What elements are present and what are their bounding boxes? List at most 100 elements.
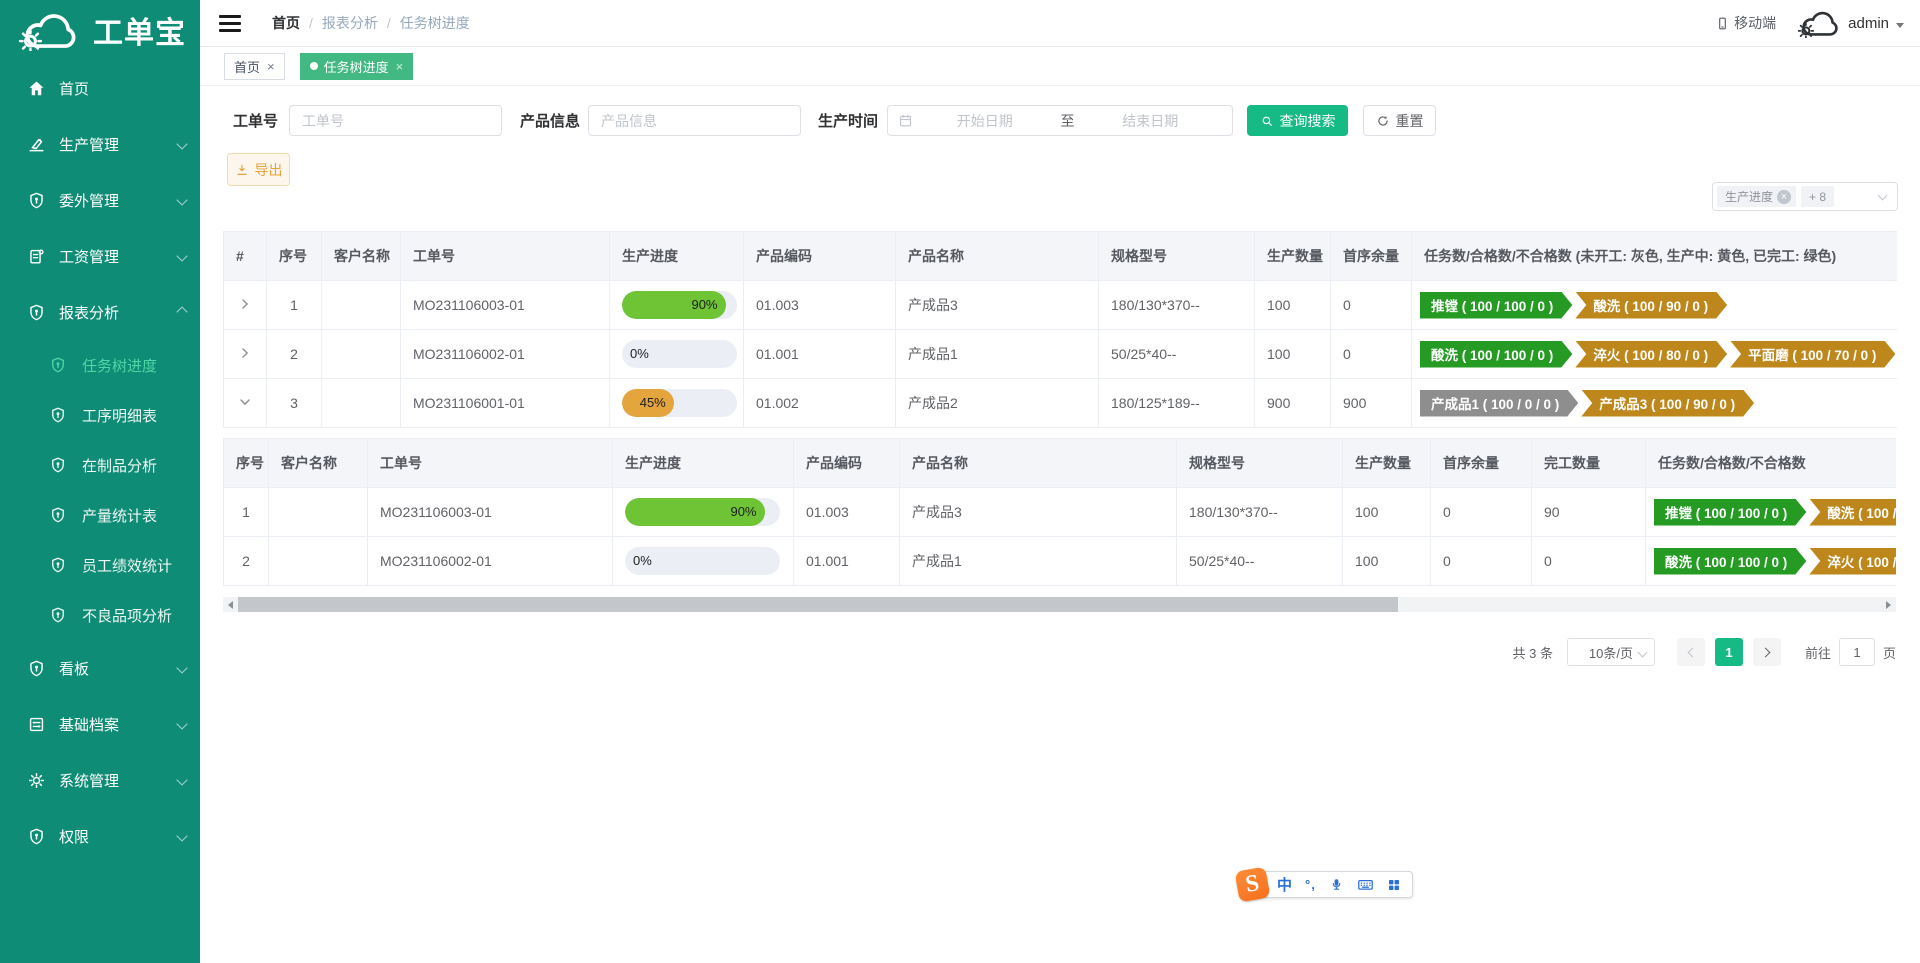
app-logo[interactable]: 工单宝 <box>0 0 200 60</box>
column-tag-more: + 8 <box>1801 186 1834 207</box>
breadcrumb-separator: / <box>309 15 313 31</box>
sidebar-item-home[interactable]: 首页 <box>0 60 200 116</box>
tabs-bar: 首页 × 任务树进度 × <box>200 47 1920 86</box>
chevron-icon <box>176 718 187 729</box>
scrollbar-track[interactable] <box>238 597 1881 612</box>
col-progress: 生产进度 <box>610 232 744 281</box>
sidebar-subitem-工序明细表[interactable]: 工序明细表 <box>0 390 200 440</box>
breadcrumb-item[interactable]: 首页 <box>272 13 300 33</box>
sidebar-subitem-不良品项分析[interactable]: 不良品项分析 <box>0 590 200 640</box>
archive-icon <box>27 715 46 734</box>
progress-bar: 0% <box>622 340 737 368</box>
column-select[interactable]: 生产进度 × + 8 <box>1712 182 1898 211</box>
cell-spec: 180/130*370-- <box>1099 281 1255 330</box>
cell-tasks: 酸洗 ( 100 / 100 / 0 )淬火 ( 100 / 80 / 0 ) <box>1646 537 1897 586</box>
reset-button[interactable]: 重置 <box>1363 105 1436 136</box>
shield-icon <box>27 303 46 322</box>
view-tab-首页[interactable]: 首页 × <box>224 53 285 80</box>
ime-language-toggle[interactable]: 中 <box>1277 874 1292 895</box>
sidebar-item-salary[interactable]: 工资管理 <box>0 228 200 284</box>
sidebar-item-reports[interactable]: 报表分析 <box>0 284 200 340</box>
end-date-placeholder[interactable]: 结束日期 <box>1079 111 1223 131</box>
subtable-row[interactable]: 2 MO231106002-01 0% 01.001 产成品1 50/25*40… <box>224 537 1897 586</box>
sidebar-subitem-产量统计表[interactable]: 产量统计表 <box>0 490 200 540</box>
page-button-1[interactable]: 1 <box>1715 638 1743 666</box>
sogou-logo[interactable]: S <box>1235 867 1271 903</box>
cell-product-code: 01.002 <box>744 379 896 428</box>
page-size-select[interactable]: 10条/页 <box>1567 638 1655 666</box>
task-badge: 酸洗 ( 100 / 90 / 0 ) <box>1575 292 1727 319</box>
product-info-input[interactable] <box>588 105 801 136</box>
refresh-icon <box>1376 114 1390 128</box>
start-date-placeholder[interactable]: 开始日期 <box>913 111 1057 131</box>
content: 工单号 产品信息 生产时间 开始日期 至 结束日期 查询搜索 重置 导出 <box>200 86 1920 963</box>
sidebar-item-archives[interactable]: 基础档案 <box>0 696 200 752</box>
user-menu-caret-icon[interactable] <box>1896 23 1904 28</box>
virtual-keyboard-icon[interactable] <box>1357 876 1374 893</box>
prev-page-button[interactable] <box>1677 638 1705 666</box>
cell-product-code: 01.001 <box>744 330 896 379</box>
topbar: 首页/报表分析/任务树进度 移动端 admin <box>200 0 1920 47</box>
subtable-row[interactable]: 1 MO231106003-01 90% 01.003 产成品3 180/130… <box>224 488 1897 537</box>
ime-punctuation-toggle[interactable]: °, <box>1305 877 1316 892</box>
username[interactable]: admin <box>1848 15 1889 32</box>
expand-row-icon[interactable] <box>239 347 251 359</box>
sidebar-item-permission[interactable]: 权限 <box>0 808 200 864</box>
date-range-picker[interactable]: 开始日期 至 结束日期 <box>887 105 1233 136</box>
tab-close-icon[interactable]: × <box>396 59 404 74</box>
cell-finished-qty: 90 <box>1532 488 1646 537</box>
progress-bar: 0% <box>625 547 780 575</box>
chevron-icon <box>176 774 187 785</box>
chevron-icon <box>176 662 187 673</box>
cell-spec: 50/25*40-- <box>1099 330 1255 379</box>
cell-progress: 90% <box>613 488 794 537</box>
hamburger-menu-icon[interactable] <box>219 15 241 32</box>
subtable-header-row: 序号 客户名称 工单号 生产进度 产品编码 产品名称 规格型号 生产数量 首序余… <box>224 439 1897 488</box>
next-page-button[interactable] <box>1753 638 1781 666</box>
task-badge: 淬火 ( 100 / 80 / 0 ) <box>1575 341 1727 368</box>
order-no-input[interactable] <box>289 105 502 136</box>
sidebar-subitem-在制品分析[interactable]: 在制品分析 <box>0 440 200 490</box>
work-order-row[interactable]: 1 MO231106003-01 90% 01.003 产成品3 180/130… <box>224 281 1897 330</box>
task-badge: 酸洗 ( 100 / 90 / 0 ) <box>1809 499 1896 526</box>
chevron-down-icon <box>1878 191 1888 201</box>
sidebar-item-outsourcing[interactable]: 委外管理 <box>0 172 200 228</box>
tag-close-icon[interactable]: × <box>1777 190 1791 204</box>
cell-product-name: 产成品3 <box>900 488 1177 537</box>
ime-toolbox-icon[interactable] <box>1387 878 1401 892</box>
view-tab-任务树进度[interactable]: 任务树进度 × <box>300 53 414 80</box>
work-order-row[interactable]: 3 MO231106001-01 45% 01.002 产成品2 180/125… <box>224 379 1897 428</box>
avatar-cloud-icon[interactable] <box>1798 8 1840 38</box>
cell-order-no: MO231106002-01 <box>401 330 610 379</box>
tab-close-icon[interactable]: × <box>267 59 275 74</box>
work-order-row[interactable]: 2 MO231106002-01 0% 01.001 产成品1 50/25*40… <box>224 330 1897 379</box>
sidebar-subitem-任务树进度[interactable]: 任务树进度 <box>0 340 200 390</box>
export-button[interactable]: 导出 <box>227 153 290 186</box>
sidebar-item-system[interactable]: 系统管理 <box>0 752 200 808</box>
sidebar-item-production[interactable]: 生产管理 <box>0 116 200 172</box>
cell-order-no: MO231106001-01 <box>401 379 610 428</box>
sidebar-subitem-员工绩效统计[interactable]: 员工绩效统计 <box>0 540 200 590</box>
scrollbar-thumb[interactable] <box>238 597 1398 612</box>
cell-product-name: 产成品1 <box>896 330 1099 379</box>
col-progress: 生产进度 <box>613 439 794 488</box>
goto-page-input[interactable] <box>1839 638 1875 666</box>
expanded-subtable-wrap: 序号 客户名称 工单号 生产进度 产品编码 产品名称 规格型号 生产数量 首序余… <box>223 438 1896 586</box>
table-header-row: # 序号 客户名称 工单号 生产进度 产品编码 产品名称 规格型号 生产数量 首… <box>224 232 1897 281</box>
chevron-right-icon <box>1761 647 1771 657</box>
breadcrumb-item[interactable]: 报表分析 <box>322 13 378 33</box>
mobile-link[interactable]: 移动端 <box>1715 13 1776 33</box>
sidebar-item-kanban[interactable]: 看板 <box>0 640 200 696</box>
cell-seq: 1 <box>267 281 322 330</box>
microphone-icon[interactable] <box>1329 877 1344 892</box>
expand-row-icon[interactable] <box>239 396 251 408</box>
search-button[interactable]: 查询搜索 <box>1247 105 1348 136</box>
breadcrumb-item[interactable]: 任务树进度 <box>400 13 470 33</box>
cell-first-remain: 0 <box>1431 537 1532 586</box>
chevron-icon <box>176 138 187 149</box>
cell-customer <box>269 537 368 586</box>
cell-qty: 100 <box>1343 488 1431 537</box>
expand-row-icon[interactable] <box>239 298 251 310</box>
scroll-right-arrow[interactable] <box>1881 597 1896 612</box>
scroll-left-arrow[interactable] <box>223 597 238 612</box>
